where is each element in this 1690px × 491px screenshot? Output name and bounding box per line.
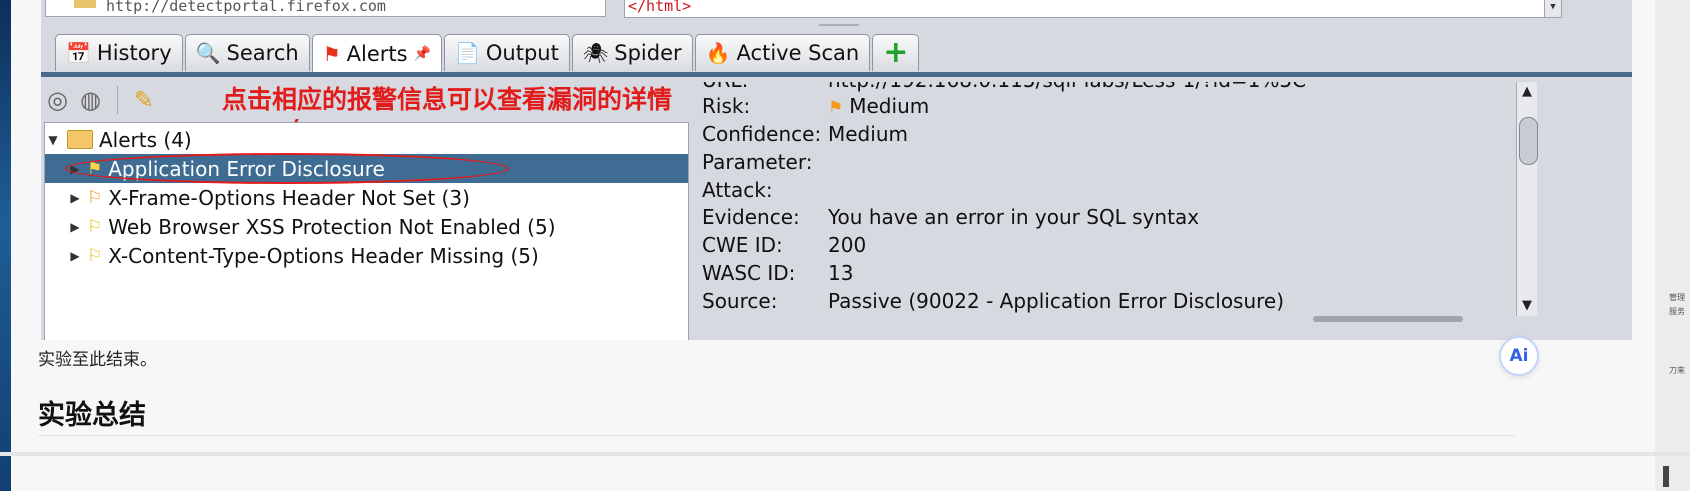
detail-key: Source: — [702, 289, 778, 313]
desktop-side-panel: 管理 服务 刀来 — [1655, 0, 1690, 491]
tab-history[interactable]: 📅 History — [55, 34, 183, 71]
pin-icon[interactable]: 📌 — [414, 46, 431, 62]
detail-key: Risk: — [702, 94, 751, 118]
side-snippet: 管理 — [1669, 293, 1685, 302]
scrollbar-thumb[interactable] — [1519, 117, 1538, 165]
tree-item-label: X-Content-Type-Options Header Missing (5… — [108, 243, 539, 268]
plus-icon: + — [883, 35, 909, 70]
detail-key: Attack: — [702, 178, 773, 202]
detail-source-value: Passive (90022 - Application Error Discl… — [828, 289, 1285, 313]
document-icon: 📄 — [455, 41, 480, 65]
detail-risk-value: Medium — [849, 94, 930, 118]
bottom-tab-bar: 📅 History 🔍 Search ⚑ Alerts 📌 📄 Output 🕷… — [55, 34, 921, 72]
doc-paragraph: 实验至此结束。 — [38, 350, 157, 370]
spider-icon: 🕷 — [582, 41, 609, 65]
annotation-text: 点击相应的报警信息可以查看漏洞的详情 — [222, 85, 673, 114]
tab-label: Search — [226, 41, 299, 65]
zap-window: http://detectportal.firefox.com </html> … — [41, 0, 1632, 340]
side-snippet: 刀来 — [1669, 366, 1685, 375]
alerts-tree[interactable]: ▼ Alerts (4) ▶ ⚑ Application Error Discl… — [44, 122, 689, 340]
history-icon: 📅 — [66, 41, 91, 65]
desktop-background — [0, 0, 11, 491]
flag-icon: ⚐ — [87, 245, 103, 266]
search-icon: 🔍 — [195, 41, 221, 65]
pencil-icon[interactable]: ✎ — [134, 86, 154, 114]
tab-label: Output — [485, 41, 559, 65]
site-url-field[interactable]: http://detectportal.firefox.com — [45, 0, 606, 17]
tree-root-label: Alerts (4) — [99, 127, 192, 152]
tab-search[interactable]: 🔍 Search — [184, 34, 310, 71]
detail-key: CWE ID: — [702, 233, 783, 257]
tree-item-label: X-Frame-Options Header Not Set (3) — [108, 185, 470, 210]
tab-spider[interactable]: 🕷 Spider — [571, 34, 693, 71]
tree-item-xss-protection[interactable]: ▶ ⚐ Web Browser XSS Protection Not Enabl… — [45, 212, 688, 241]
detail-key: Confidence: — [702, 122, 822, 146]
toolbar-separator — [116, 86, 118, 114]
detail-url-value[interactable]: http://192.168.0.115/sqli-labs/Less-1/?i… — [828, 82, 1306, 92]
expand-down-icon[interactable]: ▼ — [45, 133, 61, 147]
doc-section-heading: 实验总结 — [38, 400, 146, 431]
tree-item-label: Web Browser XSS Protection Not Enabled (… — [108, 214, 556, 239]
target-icon[interactable]: ◎ — [47, 86, 68, 114]
detail-scrollbar[interactable]: ▲ ▼ — [1516, 82, 1538, 316]
tree-root-alerts[interactable]: ▼ Alerts (4) — [45, 125, 688, 154]
alerts-panel: ◎ ◍ ✎ 点击相应的报警信息可以查看漏洞的详情 ▼ Alerts (4) ▶ … — [41, 80, 691, 340]
tab-active-scan[interactable]: 🔥 Active Scan — [694, 34, 871, 71]
scroll-up-icon[interactable]: ▲ — [1517, 82, 1537, 102]
tab-label: Spider — [614, 41, 682, 65]
folder-icon — [74, 0, 96, 8]
tab-alerts[interactable]: ⚑ Alerts 📌 — [311, 34, 442, 72]
side-snippet: 服务 — [1669, 307, 1685, 316]
detail-wasc-value: 13 — [828, 261, 854, 285]
add-tab-button[interactable]: + — [872, 34, 920, 71]
flag-icon: ⚐ — [87, 187, 103, 208]
flag-icon: ⚑ — [828, 98, 844, 118]
split-divider-handle[interactable] — [819, 24, 859, 26]
globe-icon[interactable]: ◍ — [80, 86, 101, 114]
response-code-view[interactable]: </html> ▼ — [624, 0, 1562, 18]
page-scrollbar-thumb[interactable] — [1663, 466, 1669, 487]
alert-detail-panel: URL: http://192.168.0.115/sqli-labs/Less… — [702, 82, 1514, 340]
detail-cwe-value: 200 — [828, 233, 867, 257]
scroll-down-icon[interactable]: ▼ — [1517, 296, 1537, 316]
detail-key: Evidence: — [702, 205, 800, 229]
horizontal-scrollbar-thumb[interactable] — [1313, 316, 1463, 322]
tab-label: History — [96, 41, 172, 65]
detail-evidence-value: You have an error in your SQL syntax — [828, 205, 1200, 229]
site-url-text: http://detectportal.firefox.com — [106, 0, 386, 15]
annotation-ellipse — [65, 153, 509, 184]
tab-label: Active Scan — [736, 41, 860, 65]
expand-right-icon[interactable]: ▶ — [67, 191, 83, 205]
alerts-toolbar: ◎ ◍ ✎ — [47, 86, 154, 114]
detail-key: URL: — [702, 82, 748, 92]
flag-icon: ⚑ — [322, 41, 341, 66]
expand-right-icon[interactable]: ▶ — [67, 220, 83, 234]
code-text: </html> — [628, 0, 692, 15]
expand-right-icon[interactable]: ▶ — [67, 249, 83, 263]
tree-item-x-frame-options[interactable]: ▶ ⚐ X-Frame-Options Header Not Set (3) — [45, 183, 688, 212]
tab-underline — [41, 72, 1632, 77]
ai-assistant-button[interactable]: Ai — [1499, 336, 1539, 376]
detail-key: Parameter: — [702, 150, 813, 174]
bottom-scroll-strip — [0, 452, 1690, 456]
flame-icon: 🔥 — [705, 41, 731, 65]
tab-label: Alerts — [346, 41, 408, 66]
scroll-down-icon[interactable]: ▼ — [1544, 0, 1561, 17]
section-divider — [38, 435, 1516, 436]
tab-output[interactable]: 📄 Output — [444, 34, 570, 71]
flag-icon: ⚐ — [87, 216, 103, 237]
detail-confidence-value: Medium — [828, 122, 908, 146]
detail-key: WASC ID: — [702, 261, 796, 285]
tree-item-x-content-type-options[interactable]: ▶ ⚐ X-Content-Type-Options Header Missin… — [45, 241, 688, 270]
folder-icon — [67, 130, 93, 149]
